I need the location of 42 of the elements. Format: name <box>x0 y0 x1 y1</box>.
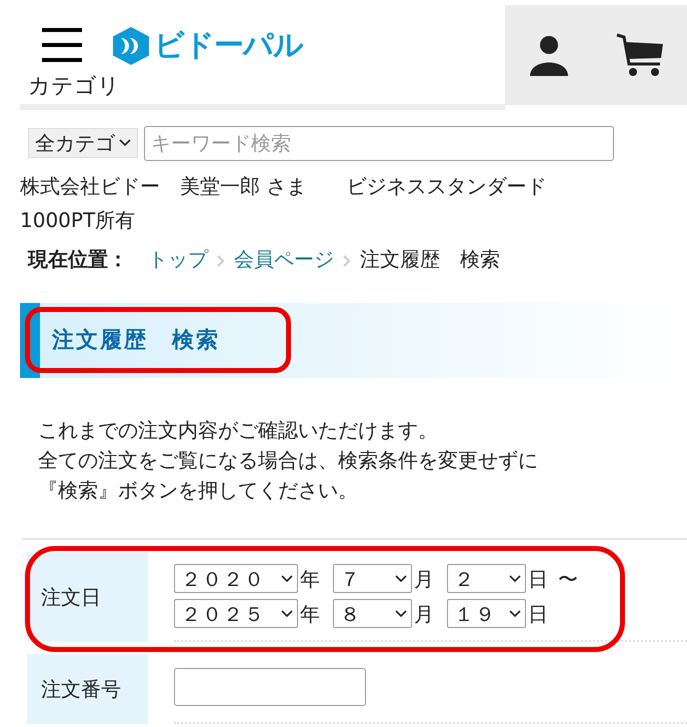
range-separator: 〜 <box>558 568 578 588</box>
date-select[interactable]: ２ <box>447 564 526 593</box>
member-info-text: 株式会社ビドー 美堂一郎 さま ビジネススタンダード 1000PT所有 <box>20 173 548 234</box>
category-select[interactable]: 全カテゴ <box>28 128 138 158</box>
chevron-right-icon <box>343 255 351 267</box>
date-select[interactable]: ８ <box>333 599 412 628</box>
keyword-search-field[interactable]: キーワード検索 <box>144 126 614 160</box>
chevron-icon <box>509 610 521 618</box>
date-unit: 年 <box>300 568 321 588</box>
intro-text: これまでの注文内容がご確認いただけます。 <box>38 417 439 444</box>
chevron-icon <box>281 574 293 582</box>
breadcrumb-label: 現在位置： <box>28 246 128 273</box>
breadcrumb-link[interactable]: トップ <box>148 244 208 274</box>
date-select[interactable]: ２０２５ <box>174 599 298 628</box>
cart-icon[interactable] <box>616 32 664 78</box>
intro-text: 全ての注文をご覧になる場合は、検索条件を変更せずに <box>38 447 539 474</box>
date-unit: 月 <box>414 568 435 588</box>
field-label: 注文番号 <box>27 654 148 724</box>
field-label: 注文日 <box>27 552 148 642</box>
chevron-icon <box>509 574 521 582</box>
date-unit: 日 <box>528 604 548 624</box>
category-menu-label[interactable]: カテゴリ <box>28 72 120 102</box>
date-unit: 月 <box>414 604 435 624</box>
chevron-right-icon <box>217 255 225 267</box>
logo-text: ビドーパル <box>154 31 303 61</box>
menu-icon[interactable] <box>42 28 82 62</box>
chevron-icon <box>395 574 407 582</box>
date-select[interactable]: ２０２０ <box>174 564 298 593</box>
chevron-icon <box>119 139 131 147</box>
chevron-icon <box>395 610 407 618</box>
date-select[interactable]: １９ <box>447 599 526 628</box>
breadcrumb-link[interactable]: 会員ページ <box>234 244 334 274</box>
order-number-field[interactable] <box>174 668 366 706</box>
intro-text: 『検索』ボタンを押してください。 <box>38 477 359 504</box>
page-heading: 注文履歴 検索 <box>52 327 220 355</box>
date-unit: 日 <box>528 568 548 588</box>
logo-icon <box>112 26 150 66</box>
breadcrumb-current: 注文履歴 検索 <box>360 246 500 273</box>
account-icon[interactable] <box>528 34 570 76</box>
date-select[interactable]: ７ <box>333 564 412 593</box>
chevron-icon <box>281 610 293 618</box>
date-unit: 年 <box>300 604 321 624</box>
